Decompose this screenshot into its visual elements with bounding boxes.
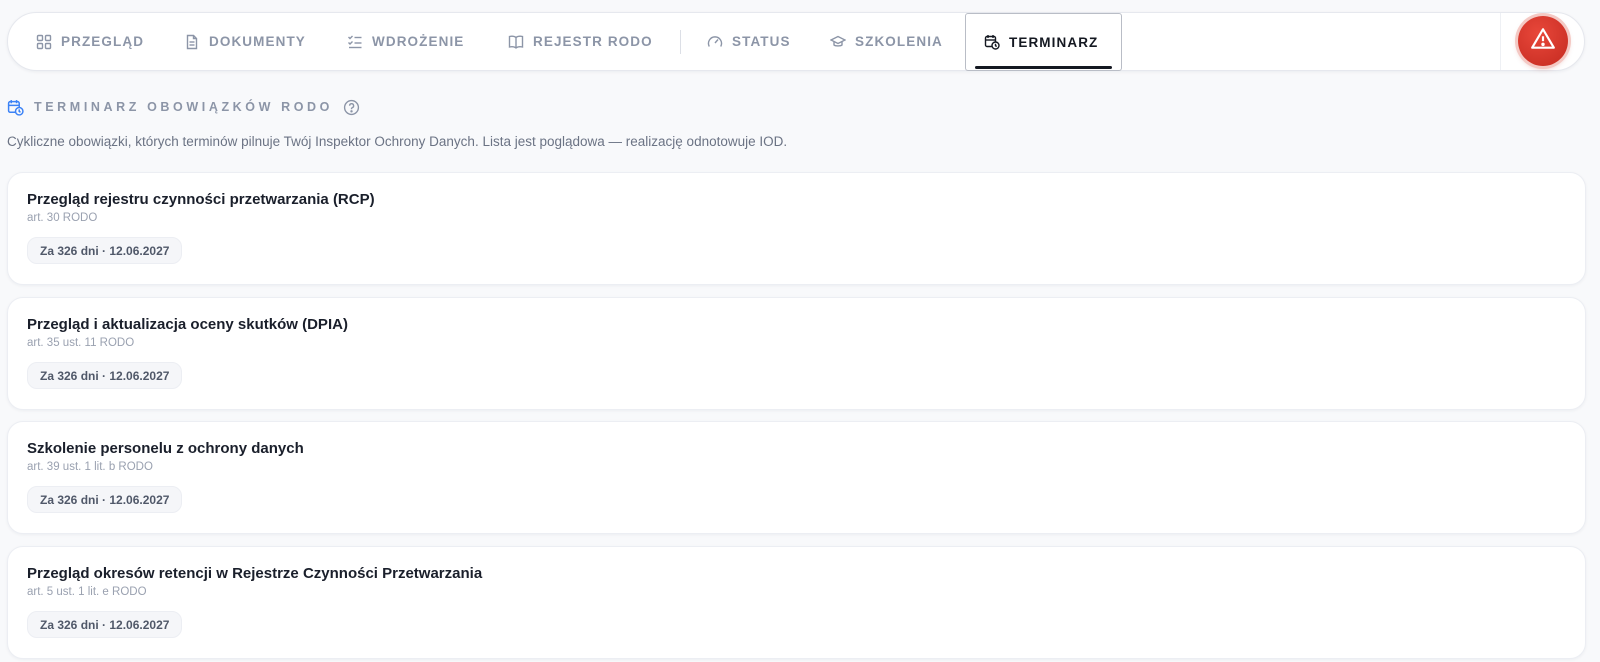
obligation-card: Szkolenie personelu z ochrony danych art… [7,421,1586,534]
tab-status[interactable]: STATUS [707,13,791,70]
document-icon [184,34,200,50]
nav-divider-right [1500,13,1501,70]
obligation-article: art. 35 ust. 11 RODO [27,337,135,349]
section-description: Cykliczne obowiązki, których terminów pi… [7,134,788,149]
book-icon [508,34,524,50]
obligation-card: Przegląd rejestru czynności przetwarzani… [7,172,1586,285]
tab-label: PRZEGLĄD [61,34,145,49]
tab-label: DOKUMENTY [209,34,306,49]
due-date-badge: Za 326 dni · 12.06.2027 [27,611,183,638]
nav-divider [680,30,681,54]
active-tab-indicator [975,66,1112,69]
due-date-badge: Za 326 dni · 12.06.2027 [27,237,183,264]
calendar-clock-icon [7,99,24,116]
alert-button[interactable] [1518,16,1568,66]
tab-label: STATUS [732,34,791,49]
tab-label: WDROŻENIE [372,34,465,49]
graduation-cap-icon [830,34,846,50]
obligation-card: Przegląd i aktualizacja oceny skutków (D… [7,297,1586,410]
tab-przeglad[interactable]: PRZEGLĄD [36,13,144,70]
calendar-clock-icon [984,34,1000,50]
obligation-title: Przegląd rejestru czynności przetwarzani… [27,191,375,208]
tab-terminarz[interactable]: TERMINARZ [965,13,1122,71]
tab-label: REJESTR RODO [533,34,653,49]
warning-icon [1530,26,1556,57]
section-header: TERMINARZ OBOWIĄZKÓW RODO [7,96,360,118]
tab-label: SZKOLENIA [855,34,943,49]
obligation-article: art. 30 RODO [27,212,98,224]
obligation-title: Przegląd i aktualizacja oceny skutków (D… [27,316,348,333]
due-date-badge: Za 326 dni · 12.06.2027 [27,362,183,389]
checklist-icon [347,34,363,50]
tab-label: TERMINARZ [1009,34,1099,50]
obligation-title: Przegląd okresów retencji w Rejestrze Cz… [27,565,483,582]
due-date-badge: Za 326 dni · 12.06.2027 [27,486,183,513]
tab-szkolenia[interactable]: SZKOLENIA [830,13,943,70]
grid-icon [36,34,52,50]
obligation-article: art. 39 ust. 1 lit. b RODO [27,461,153,473]
tab-dokumenty[interactable]: DOKUMENTY [184,13,306,70]
top-navigation: PRZEGLĄD DOKUMENTY WDROŻENIE REJESTR ROD… [7,12,1585,71]
obligation-card: Przegląd okresów retencji w Rejestrze Cz… [7,546,1586,659]
tab-rejestr-rodo[interactable]: REJESTR RODO [508,13,653,70]
section-title: TERMINARZ OBOWIĄZKÓW RODO [34,100,334,114]
obligation-article: art. 5 ust. 1 lit. e RODO [27,586,147,598]
gauge-icon [707,34,723,50]
help-icon[interactable] [343,99,360,116]
tab-wdrozenie[interactable]: WDROŻENIE [347,13,464,70]
obligation-title: Szkolenie personelu z ochrony danych [27,440,304,457]
